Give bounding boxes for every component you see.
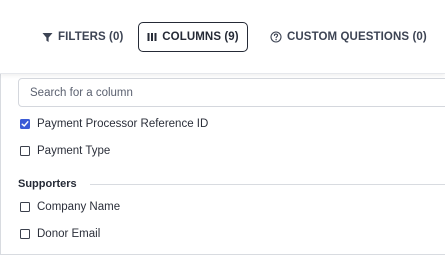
column-option-label: Payment Processor Reference ID	[37, 118, 209, 130]
columns-icon	[147, 32, 157, 42]
section-title: Supporters	[18, 178, 77, 190]
column-option-label: Payment Type	[37, 145, 111, 157]
columns-label: COLUMNS (9)	[162, 31, 239, 43]
filters-button[interactable]: FILTERS (0)	[42, 22, 123, 52]
column-search	[18, 78, 445, 107]
column-option-label: Company Name	[37, 201, 121, 213]
columns-button[interactable]: COLUMNS (9)	[138, 22, 248, 52]
toolbar: FILTERS (0) COLUMNS (9) CUSTOM QUESTIONS…	[0, 0, 445, 74]
custom-questions-label: CUSTOM QUESTIONS (0)	[287, 31, 427, 43]
question-circle-icon	[270, 31, 282, 43]
column-option-payment-type[interactable]: Payment Type	[20, 145, 110, 157]
checkbox[interactable]	[20, 202, 30, 212]
custom-questions-button[interactable]: CUSTOM QUESTIONS (0)	[270, 22, 427, 52]
filters-label: FILTERS (0)	[58, 31, 124, 43]
checkbox[interactable]	[20, 229, 30, 239]
checkbox[interactable]	[20, 146, 30, 156]
section-header-supporters: Supporters	[18, 178, 445, 190]
column-option-company-name[interactable]: Company Name	[20, 201, 120, 213]
section-divider	[89, 183, 445, 185]
column-option-donor-email[interactable]: Donor Email	[20, 228, 100, 240]
checkbox-checked[interactable]	[20, 119, 30, 129]
column-search-input[interactable]	[19, 79, 445, 106]
column-option-payment-processor-reference-id[interactable]: Payment Processor Reference ID	[20, 118, 208, 130]
column-option-label: Donor Email	[37, 228, 101, 240]
checkmark-icon	[21, 121, 29, 127]
funnel-icon	[42, 32, 53, 43]
